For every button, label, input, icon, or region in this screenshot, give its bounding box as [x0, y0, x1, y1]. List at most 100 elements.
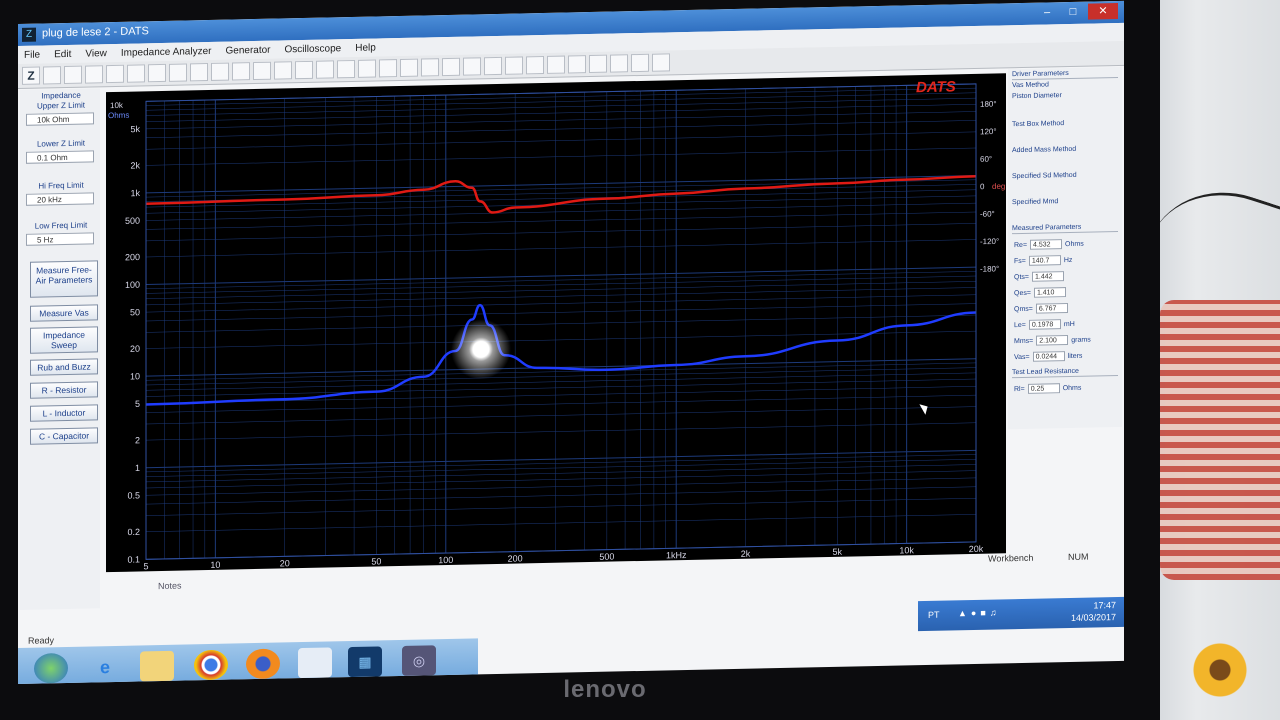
- y-grid-line: [146, 175, 976, 194]
- y-grid-line: [146, 486, 976, 505]
- lead-resistance-input[interactable]: 0.25: [1027, 383, 1060, 394]
- toolbar-button[interactable]: [442, 57, 460, 77]
- dats-taskbar-icon[interactable]: ▦: [348, 646, 382, 678]
- toolbar-button[interactable]: [190, 63, 208, 82]
- test-box-radio[interactable]: Test Box Method: [1012, 119, 1118, 129]
- monitor-screen: Z plug de lese 2 - DATS – □ ✕ File Edit …: [18, 0, 1124, 685]
- lower-z-spinner[interactable]: 0.1 Ohm: [26, 150, 94, 164]
- firefox-icon[interactable]: [246, 648, 280, 680]
- start-button[interactable]: [34, 652, 68, 684]
- specified-sd-radio[interactable]: Specified Sd Method: [1012, 171, 1118, 181]
- hi-freq-spinner[interactable]: 20 kHz: [26, 192, 94, 206]
- rub-and-buzz-button[interactable]: Rub and Buzz: [30, 358, 98, 376]
- minimize-button[interactable]: –: [1036, 4, 1058, 20]
- low-freq-spinner[interactable]: 5 Hz: [26, 232, 94, 246]
- toolbar-button[interactable]: [568, 55, 586, 74]
- toolbar-button[interactable]: [169, 63, 187, 82]
- y-grid-line: [146, 202, 976, 221]
- language-indicator[interactable]: PT: [928, 610, 940, 620]
- toolbar-button[interactable]: [337, 59, 355, 79]
- x-tick-label: 100: [438, 555, 453, 565]
- toolbar-button[interactable]: [127, 64, 145, 83]
- maximize-button[interactable]: □: [1062, 4, 1084, 20]
- toolbar-button[interactable]: [484, 56, 502, 76]
- inductor-button[interactable]: L - Inductor: [30, 404, 98, 422]
- menu-edit[interactable]: Edit: [54, 48, 71, 59]
- right-parameters-panel: Driver Parameters Vas Method Piston Diam…: [1008, 66, 1122, 430]
- param-name: Le=: [1014, 321, 1026, 329]
- param-value: 6.767: [1035, 303, 1068, 314]
- toolbar-button[interactable]: [358, 59, 376, 78]
- param-row: Qes= 1.410: [1014, 285, 1118, 299]
- pillow-pattern: [1160, 300, 1280, 580]
- menu-view[interactable]: View: [85, 48, 107, 59]
- toolbar-button[interactable]: [589, 54, 607, 74]
- toolbar-button[interactable]: [148, 63, 166, 83]
- y-axis-unit-label: Ohms: [108, 111, 129, 120]
- close-button[interactable]: ✕: [1088, 2, 1118, 20]
- toolbar-button[interactable]: [64, 65, 82, 85]
- app-icon[interactable]: [298, 647, 332, 679]
- y-grid-line: [146, 514, 976, 532]
- toolbar-button[interactable]: [631, 53, 649, 73]
- hi-freq-label: Hi Freq Limit: [38, 180, 84, 191]
- menu-help[interactable]: Help: [355, 42, 376, 53]
- impedance-sweep-button[interactable]: Impedance Sweep: [30, 326, 98, 354]
- clock[interactable]: 17:47 14/03/2017: [1071, 599, 1116, 624]
- upper-z-spinner[interactable]: 10k Ohm: [26, 112, 94, 126]
- impedance-mode-button[interactable]: Z: [22, 66, 40, 85]
- toolbar-button[interactable]: [421, 58, 439, 77]
- y-axis-top-label: 10k: [110, 101, 124, 110]
- toolbar-button[interactable]: [547, 55, 565, 74]
- photo-scene: lenovo Z plug de lese 2 - DATS – □ ✕ Fil…: [0, 0, 1280, 720]
- menu-oscilloscope[interactable]: Oscilloscope: [285, 43, 342, 55]
- y-tick-label: 20: [130, 344, 140, 354]
- toolbar-button[interactable]: [316, 60, 334, 79]
- menu-generator[interactable]: Generator: [225, 44, 270, 56]
- phase-tick-label: 0: [980, 182, 985, 191]
- toolbar-button[interactable]: [295, 60, 313, 80]
- measure-vas-button[interactable]: Measure Vas: [30, 304, 98, 322]
- toolbar-button[interactable]: [85, 65, 103, 84]
- param-row: Fs= 140.7 Hz: [1014, 253, 1118, 267]
- x-tick-label: 50: [371, 556, 381, 566]
- toolbar-button[interactable]: [43, 66, 61, 85]
- notes-label: Notes: [158, 580, 182, 592]
- toolbar-button[interactable]: [379, 59, 397, 78]
- toolbar-button[interactable]: [232, 62, 250, 81]
- clock-date: 14/03/2017: [1070, 612, 1116, 623]
- param-unit: Hz: [1063, 256, 1073, 264]
- toolbar-button[interactable]: [505, 56, 523, 75]
- menu-impedance-analyzer[interactable]: Impedance Analyzer: [121, 45, 212, 58]
- ie-icon[interactable]: e: [88, 652, 122, 683]
- toolbar-button[interactable]: [610, 54, 628, 73]
- tray-icons[interactable]: ▲●■♫: [958, 607, 1001, 618]
- toolbar-button[interactable]: [400, 58, 418, 77]
- resistor-button[interactable]: R - Resistor: [30, 381, 98, 399]
- toolbar-button[interactable]: [253, 61, 271, 81]
- sunflower-decoration: [1180, 640, 1260, 700]
- toolbar-button[interactable]: [526, 55, 544, 75]
- param-unit: grams: [1071, 336, 1091, 344]
- menu-file[interactable]: File: [24, 49, 40, 60]
- measured-parameters-header: Measured Parameters: [1012, 222, 1118, 235]
- impedance-graph[interactable]: 5k 2k 1k 500 200 100 50 20 10 5 2 1 0.5 0.2 0.1 10k Ohms…: [106, 73, 1006, 573]
- x-tick-label: 200: [508, 553, 523, 563]
- chrome-icon[interactable]: [194, 649, 228, 681]
- specified-mmd-radio[interactable]: Specified Mmd: [1012, 197, 1118, 207]
- measure-free-air-button[interactable]: Measure Free-Air Parameters: [30, 260, 98, 298]
- toolbar-button[interactable]: [106, 64, 124, 84]
- toolbar-button[interactable]: [211, 62, 229, 81]
- y-tick-label: 5k: [130, 124, 140, 134]
- toolbar-button[interactable]: [463, 57, 481, 76]
- toolbar-button[interactable]: [274, 61, 292, 80]
- y-tick-label: 1k: [130, 188, 140, 198]
- explorer-icon[interactable]: [140, 650, 174, 682]
- phase-tick-label: 60°: [980, 155, 992, 164]
- dats-brand-label: DATS: [916, 78, 956, 97]
- globe-app-icon[interactable]: ◎: [402, 645, 436, 676]
- capacitor-button[interactable]: C - Capacitor: [30, 427, 98, 445]
- toolbar-button[interactable]: [652, 53, 670, 72]
- status-num: NUM: [1068, 551, 1089, 563]
- added-mass-radio[interactable]: Added Mass Method: [1012, 145, 1118, 155]
